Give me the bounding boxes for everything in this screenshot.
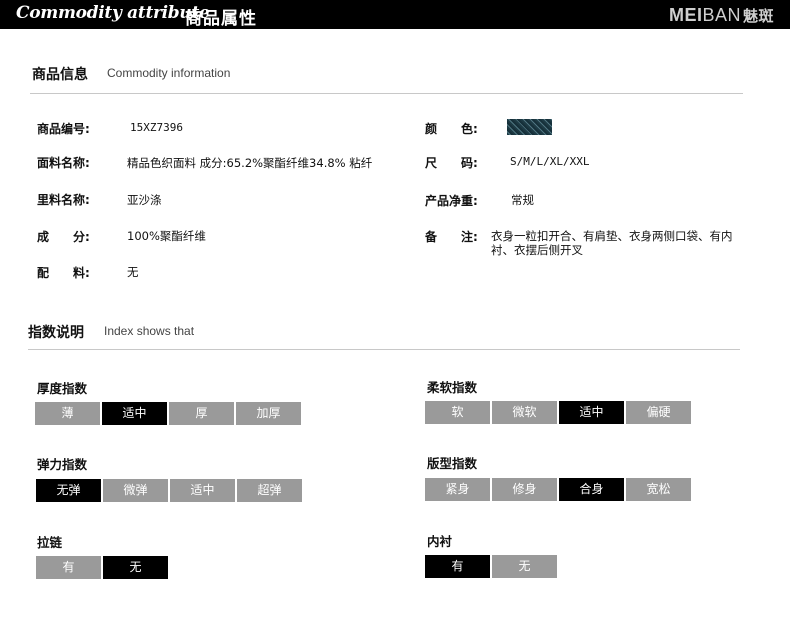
index-option-selected: 合身	[559, 478, 624, 501]
index-option: 无	[492, 555, 557, 578]
label-remarks: 备 注:	[425, 230, 478, 244]
index-option: 宽松	[626, 478, 691, 501]
index-softness-scale: 软 微软 适中 偏硬	[425, 401, 691, 424]
label-lining: 里料名称:	[37, 193, 90, 207]
index-option: 超弹	[237, 479, 302, 502]
index-option: 加厚	[236, 402, 301, 425]
index-fit-scale: 紧身 修身 合身 宽松	[425, 478, 691, 501]
brand-logo: MEIBAN 魅斑	[669, 5, 774, 26]
value-accessories: 无	[127, 265, 139, 279]
label-product-no: 商品编号:	[37, 122, 90, 136]
header-title-en: Commodity attribute	[16, 3, 210, 23]
value-remarks: 衣身一粒扣开合、有肩垫、衣身两侧口袋、有内衬、衣摆后侧开叉	[491, 229, 733, 257]
label-composition: 成 分:	[37, 230, 90, 244]
label-fabric: 面料名称:	[37, 156, 90, 170]
label-accessories: 配 料:	[37, 266, 90, 280]
index-zipper-title: 拉链	[37, 535, 63, 550]
value-product-no: 15XZ7396	[130, 121, 183, 134]
index-option: 偏硬	[626, 401, 691, 424]
header-bar: Commodity attribute 商品属性 MEIBAN 魅斑	[0, 0, 790, 29]
logo-zh: 魅斑	[742, 8, 774, 25]
index-option-selected: 适中	[559, 401, 624, 424]
index-option-selected: 适中	[102, 402, 167, 425]
logo-bold: MEI	[668, 5, 703, 25]
index-elasticity-title: 弹力指数	[37, 457, 88, 472]
info-subtitle: Commodity information	[107, 66, 231, 80]
header-title-zh: 商品属性	[185, 9, 257, 29]
value-weight: 常规	[511, 193, 534, 207]
label-size: 尺 码:	[425, 156, 478, 170]
index-softness-title: 柔软指数	[427, 380, 478, 395]
index-option: 紧身	[425, 478, 490, 501]
index-option-selected: 有	[425, 555, 490, 578]
index-divider	[28, 349, 740, 350]
index-option: 软	[425, 401, 490, 424]
index-option: 微软	[492, 401, 557, 424]
index-lining-title: 内衬	[427, 534, 453, 549]
index-option-selected: 无弹	[36, 479, 101, 502]
index-fit-title: 版型指数	[427, 456, 478, 471]
index-lining-scale: 有 无	[425, 555, 557, 578]
index-option: 微弹	[103, 479, 168, 502]
index-option: 薄	[35, 402, 100, 425]
index-subtitle: Index shows that	[104, 324, 195, 338]
value-size: S/M/L/XL/XXL	[510, 155, 590, 168]
index-thickness-title: 厚度指数	[37, 381, 88, 396]
value-composition: 100%聚酯纤维	[127, 229, 206, 243]
index-title: 指数说明	[28, 325, 84, 341]
color-swatch	[507, 119, 552, 135]
label-color: 颜 色:	[425, 122, 478, 136]
index-option: 适中	[170, 479, 235, 502]
index-option: 有	[36, 556, 101, 579]
index-thickness-scale: 薄 适中 厚 加厚	[35, 402, 301, 425]
label-weight: 产品净重:	[425, 194, 478, 208]
info-divider	[30, 93, 743, 94]
index-zipper-scale: 有 无	[36, 556, 168, 579]
info-title: 商品信息	[32, 67, 88, 83]
logo-thin: BAN	[702, 5, 741, 25]
index-option-selected: 无	[103, 556, 168, 579]
index-option: 修身	[492, 478, 557, 501]
value-fabric: 精品色织面料 成分:65.2%聚酯纤维34.8% 粘纤	[127, 156, 373, 170]
index-option: 厚	[169, 402, 234, 425]
value-lining: 亚沙涤	[127, 193, 162, 207]
index-elasticity-scale: 无弹 微弹 适中 超弹	[36, 479, 302, 502]
